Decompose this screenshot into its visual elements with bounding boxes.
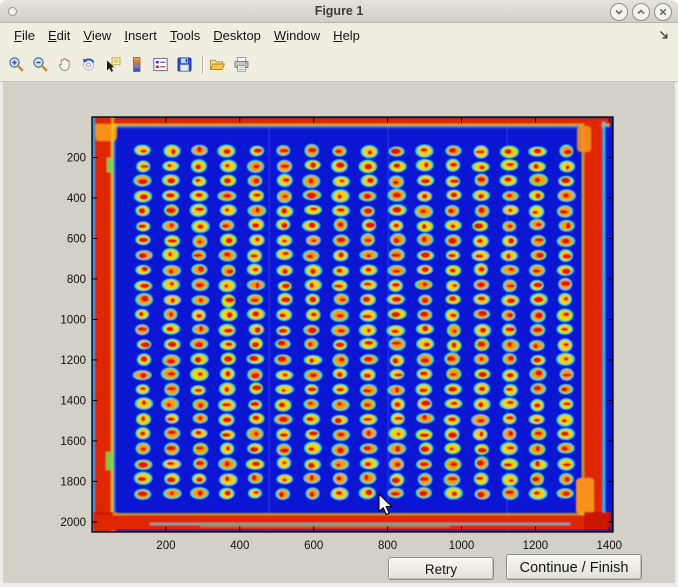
figure-toolbar <box>0 47 678 82</box>
insert-legend-button[interactable] <box>152 56 169 73</box>
pan-icon <box>56 56 73 73</box>
rotate-3d-button[interactable] <box>80 56 97 73</box>
x-tick-label: 200 <box>156 540 175 552</box>
zoom-in-button[interactable] <box>8 56 25 73</box>
print-figure-button[interactable] <box>233 56 250 73</box>
open-file-button[interactable] <box>209 56 226 73</box>
menu-edit[interactable]: Edit <box>48 28 70 43</box>
menu-desktop[interactable]: Desktop <box>213 28 261 43</box>
figure-window: Figure 1 File Edit View Insert Tools Desktop W… <box>0 0 678 587</box>
close-button[interactable] <box>654 3 672 21</box>
zoom-out-icon <box>32 56 49 73</box>
x-tick-label: 1000 <box>449 540 475 552</box>
y-tick-label: 1000 <box>60 314 86 326</box>
chevron-down-icon <box>613 6 625 18</box>
x-tick-label: 400 <box>230 540 249 552</box>
plate-image-axes[interactable]: 200 400 600 800 1000 1200 1400 200 400 600 800 1000… <box>0 82 678 587</box>
unshade-button[interactable] <box>632 3 650 21</box>
data-cursor-icon <box>104 56 121 73</box>
x-tick-label: 800 <box>378 540 397 552</box>
zoom-out-button[interactable] <box>32 56 49 73</box>
y-tick-label: 1600 <box>60 436 86 448</box>
dock-figure-icon[interactable] <box>658 29 670 44</box>
menu-help[interactable]: Help <box>333 28 360 43</box>
menu-file[interactable]: File <box>14 28 35 43</box>
x-tick-label: 600 <box>304 540 323 552</box>
menu-tools[interactable]: Tools <box>170 28 200 43</box>
window-controls <box>610 3 672 21</box>
y-tick-label: 1400 <box>60 395 86 407</box>
pan-button[interactable] <box>56 56 73 73</box>
close-icon <box>657 6 669 18</box>
retry-button[interactable]: Retry <box>388 557 494 580</box>
menubar: File Edit View Insert Tools Desktop Window Help <box>0 23 678 47</box>
chevron-up-icon <box>635 6 647 18</box>
menu-window[interactable]: Window <box>274 28 320 43</box>
toolbar-separator <box>202 55 203 74</box>
y-tick-label: 800 <box>67 274 86 286</box>
insert-colorbar-icon <box>128 56 145 73</box>
print-figure-icon <box>233 56 250 73</box>
y-tick-label: 600 <box>67 233 86 245</box>
rotate-3d-icon <box>80 56 97 73</box>
y-tick-label: 400 <box>67 193 86 205</box>
y-tick-label: 1200 <box>60 355 86 367</box>
save-figure-icon <box>176 56 193 73</box>
open-file-icon <box>209 56 226 73</box>
y-tick-label: 200 <box>67 152 86 164</box>
y-tick-label: 1800 <box>60 476 86 488</box>
x-tick-label: 1200 <box>523 540 549 552</box>
menu-view[interactable]: View <box>83 28 111 43</box>
data-cursor-button[interactable] <box>104 56 121 73</box>
insert-colorbar-button[interactable] <box>128 56 145 73</box>
save-figure-button[interactable] <box>176 56 193 73</box>
continue-finish-button[interactable]: Continue / Finish <box>506 554 642 580</box>
shade-button[interactable] <box>610 3 628 21</box>
insert-legend-icon <box>152 56 169 73</box>
zoom-in-icon <box>8 56 25 73</box>
figure-canvas: 200 400 600 800 1000 1200 1400 200 400 600 800 1000… <box>0 82 678 587</box>
plate-image <box>92 117 613 532</box>
menu-insert[interactable]: Insert <box>124 28 157 43</box>
x-tick-label: 1400 <box>597 540 623 552</box>
y-tick-label: 2000 <box>60 517 86 529</box>
window-title: Figure 1 <box>0 0 678 23</box>
titlebar: Figure 1 <box>0 0 678 23</box>
